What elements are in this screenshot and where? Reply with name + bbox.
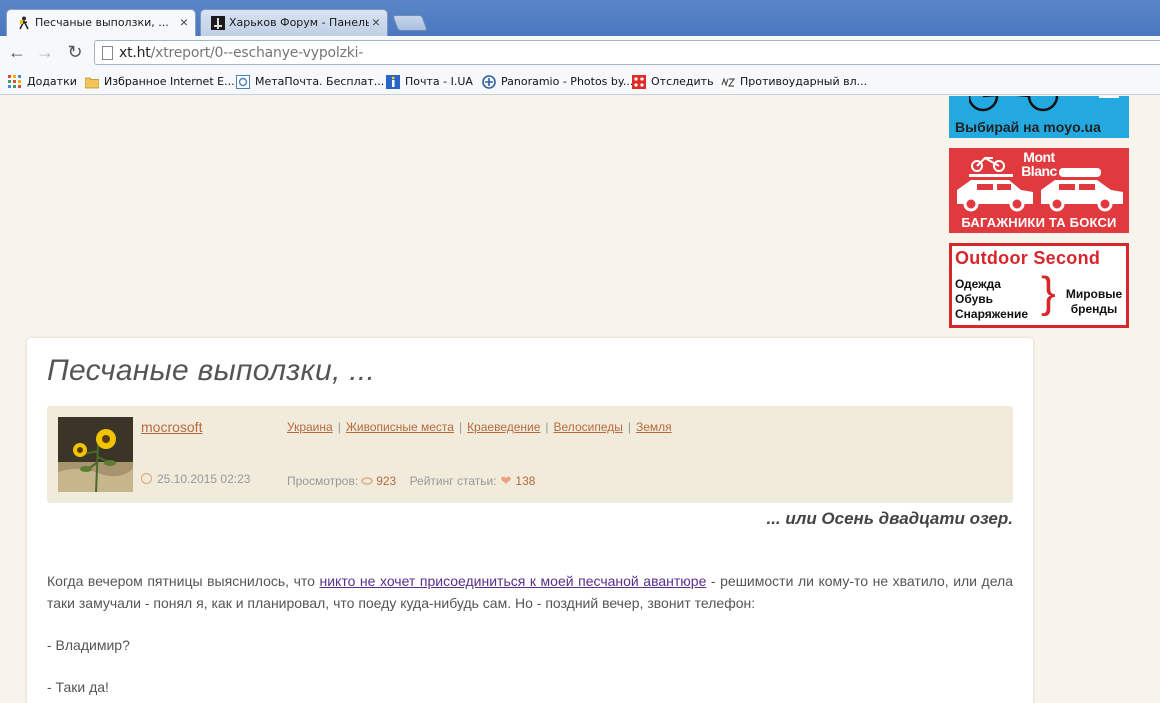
montblanc-brand: Mont Blanc bbox=[1015, 150, 1063, 178]
tab-title: Харьков Форум - Панель к... bbox=[229, 16, 369, 29]
paragraph: Когда вечером пятницы выяснилось, что ни… bbox=[47, 570, 1013, 614]
apps-icon bbox=[8, 75, 21, 88]
tag-separator: | bbox=[458, 420, 463, 434]
rating-label: Рейтинг статьи: bbox=[409, 474, 497, 488]
moyo-ad-banner[interactable]: Выбирай на moyo.ua bbox=[949, 96, 1129, 138]
montblanc-ad-banner[interactable]: Mont Blanc БАГАЖНИКИ ТА БОКСИ bbox=[949, 148, 1129, 233]
rating-count: 138 bbox=[515, 474, 536, 488]
article-meta: mocrosoft 25.10.2015 02:23 Украина | Живоп… bbox=[47, 406, 1013, 503]
browser-chrome: Песчаные выползки, ... × Харьков Форум -… bbox=[0, 0, 1160, 96]
tab-close-icon[interactable]: × bbox=[180, 14, 188, 30]
track-icon bbox=[632, 75, 646, 89]
new-tab-button[interactable] bbox=[392, 15, 428, 31]
hiker-favicon-icon bbox=[19, 16, 29, 30]
browser-toolbar: ← → ↻ xt.ht/xtreport/0--eschanye-vypolzk… bbox=[0, 36, 1160, 69]
mz-icon bbox=[721, 75, 735, 89]
iua-icon bbox=[386, 75, 400, 89]
views-label: Просмотров: bbox=[287, 474, 359, 488]
tab-inactive[interactable]: Харьков Форум - Панель к... × bbox=[200, 9, 388, 36]
bookmarks-bar: Додатки Избранное Internet E... МетаПочт… bbox=[0, 69, 1160, 95]
article-date: 25.10.2015 02:23 bbox=[141, 472, 250, 486]
tab-strip: Песчаные выползки, ... × Харьков Форум -… bbox=[0, 0, 1160, 36]
moyo-ad-label: Выбирай на moyo.ua bbox=[955, 119, 1101, 135]
montblanc-ad-label: БАГАЖНИКИ ТА БОКСИ bbox=[961, 215, 1117, 230]
forward-arrow-icon[interactable]: → bbox=[34, 41, 56, 63]
outdoor-item: Обувь bbox=[955, 292, 994, 306]
paragraph: - Таки да! bbox=[47, 679, 109, 695]
paragraph-text: Когда вечером пятницы выяснилось, что bbox=[47, 573, 320, 589]
author-avatar[interactable] bbox=[58, 417, 133, 492]
article-title: Песчаные выползки, ... bbox=[47, 354, 376, 387]
bookmark-label: Противоударный вл... bbox=[740, 75, 868, 88]
address-url: xt.ht/xtreport/0--eschanye-vypolzki- bbox=[119, 45, 363, 61]
bicycle-icon bbox=[969, 96, 1059, 112]
page-content: Выбирай на moyo.ua Mont Blanc БАГАЖНИКИ … bbox=[0, 96, 1160, 703]
tab-close-icon[interactable]: × bbox=[372, 14, 380, 30]
views-count: 923 bbox=[376, 474, 397, 488]
brand-line-2: Blanc bbox=[1021, 163, 1057, 179]
tag-link[interactable]: Украина bbox=[287, 420, 333, 434]
inline-link[interactable]: никто не хочет присоединиться к моей пес… bbox=[319, 573, 706, 589]
tag-link[interactable]: Живописные места bbox=[346, 420, 454, 434]
article-card: Песчаные выползки, ... mocrosoft 25.10.2… bbox=[27, 338, 1033, 703]
url-host: xt.ht bbox=[119, 45, 151, 61]
clock-icon bbox=[141, 473, 152, 484]
heart-icon[interactable]: ❤ bbox=[501, 473, 512, 488]
author-link[interactable]: mocrosoft bbox=[141, 419, 202, 435]
back-arrow-icon[interactable]: ← bbox=[6, 41, 28, 63]
article-body: Когда вечером пятницы выяснилось, что ни… bbox=[47, 570, 1013, 703]
outdoor-ad-right: Мировые бренды bbox=[1062, 287, 1126, 317]
tab-active[interactable]: Песчаные выползки, ... × bbox=[6, 9, 196, 36]
article-stats: Просмотров: 923 Рейтинг статьи: ❤ 138 bbox=[287, 473, 535, 489]
tag-list: Украина | Живописные места | Краеведение | Вел… bbox=[287, 420, 672, 434]
address-bar[interactable]: xt.ht/xtreport/0--eschanye-vypolzki- bbox=[94, 40, 1160, 65]
tag-separator: | bbox=[627, 420, 631, 434]
tag-separator: | bbox=[337, 420, 341, 434]
tab-title: Песчаные выползки, ... bbox=[35, 16, 169, 29]
page-icon bbox=[102, 46, 113, 60]
ad-line bbox=[1099, 96, 1119, 98]
tag-link[interactable]: Земля bbox=[636, 420, 672, 434]
outdoor-item: Одежда bbox=[955, 277, 1001, 291]
outdoor-right-line: бренды bbox=[1070, 302, 1118, 316]
outdoor-item: Снаряжение bbox=[955, 307, 1029, 321]
bookmark-label: Додатки bbox=[27, 75, 77, 88]
bookmark-label: Отследить bbox=[651, 75, 714, 88]
outdoor-ad-title: Outdoor Second bbox=[955, 248, 1101, 268]
bookmark-label: МетаПочта. Бесплат... bbox=[255, 75, 385, 88]
brace-glyph: } bbox=[1041, 268, 1056, 317]
tag-link[interactable]: Краеведение bbox=[467, 420, 540, 434]
reload-icon[interactable]: ↻ bbox=[64, 41, 86, 63]
article-subtitle: ... или Осень двадцати озер. bbox=[766, 509, 1013, 528]
forum-favicon-icon bbox=[211, 16, 225, 30]
article-date-text: 25.10.2015 02:23 bbox=[157, 472, 251, 486]
url-path: /xtreport/0--eschanye-vypolzki- bbox=[150, 45, 364, 61]
bookmark-label: Почта - I.UA bbox=[405, 75, 473, 88]
bookmark-label: Panoramio - Photos by... bbox=[501, 75, 634, 88]
panoramio-icon bbox=[482, 75, 496, 89]
outdoor-ad-banner[interactable]: Outdoor Second Одежда Обувь Снаряжение }… bbox=[949, 243, 1129, 328]
bookmark-label: Избранное Internet E... bbox=[104, 75, 235, 88]
folder-icon bbox=[85, 77, 99, 89]
outdoor-right-line: Мировые bbox=[1065, 287, 1123, 301]
eye-icon bbox=[361, 477, 374, 485]
paragraph: - Владимир? bbox=[47, 637, 130, 653]
tag-link[interactable]: Велосипеды bbox=[554, 420, 623, 434]
tag-separator: | bbox=[545, 420, 549, 434]
outdoor-ad-items: Одежда Обувь Снаряжение bbox=[955, 277, 1028, 322]
metapochta-icon bbox=[236, 75, 250, 89]
